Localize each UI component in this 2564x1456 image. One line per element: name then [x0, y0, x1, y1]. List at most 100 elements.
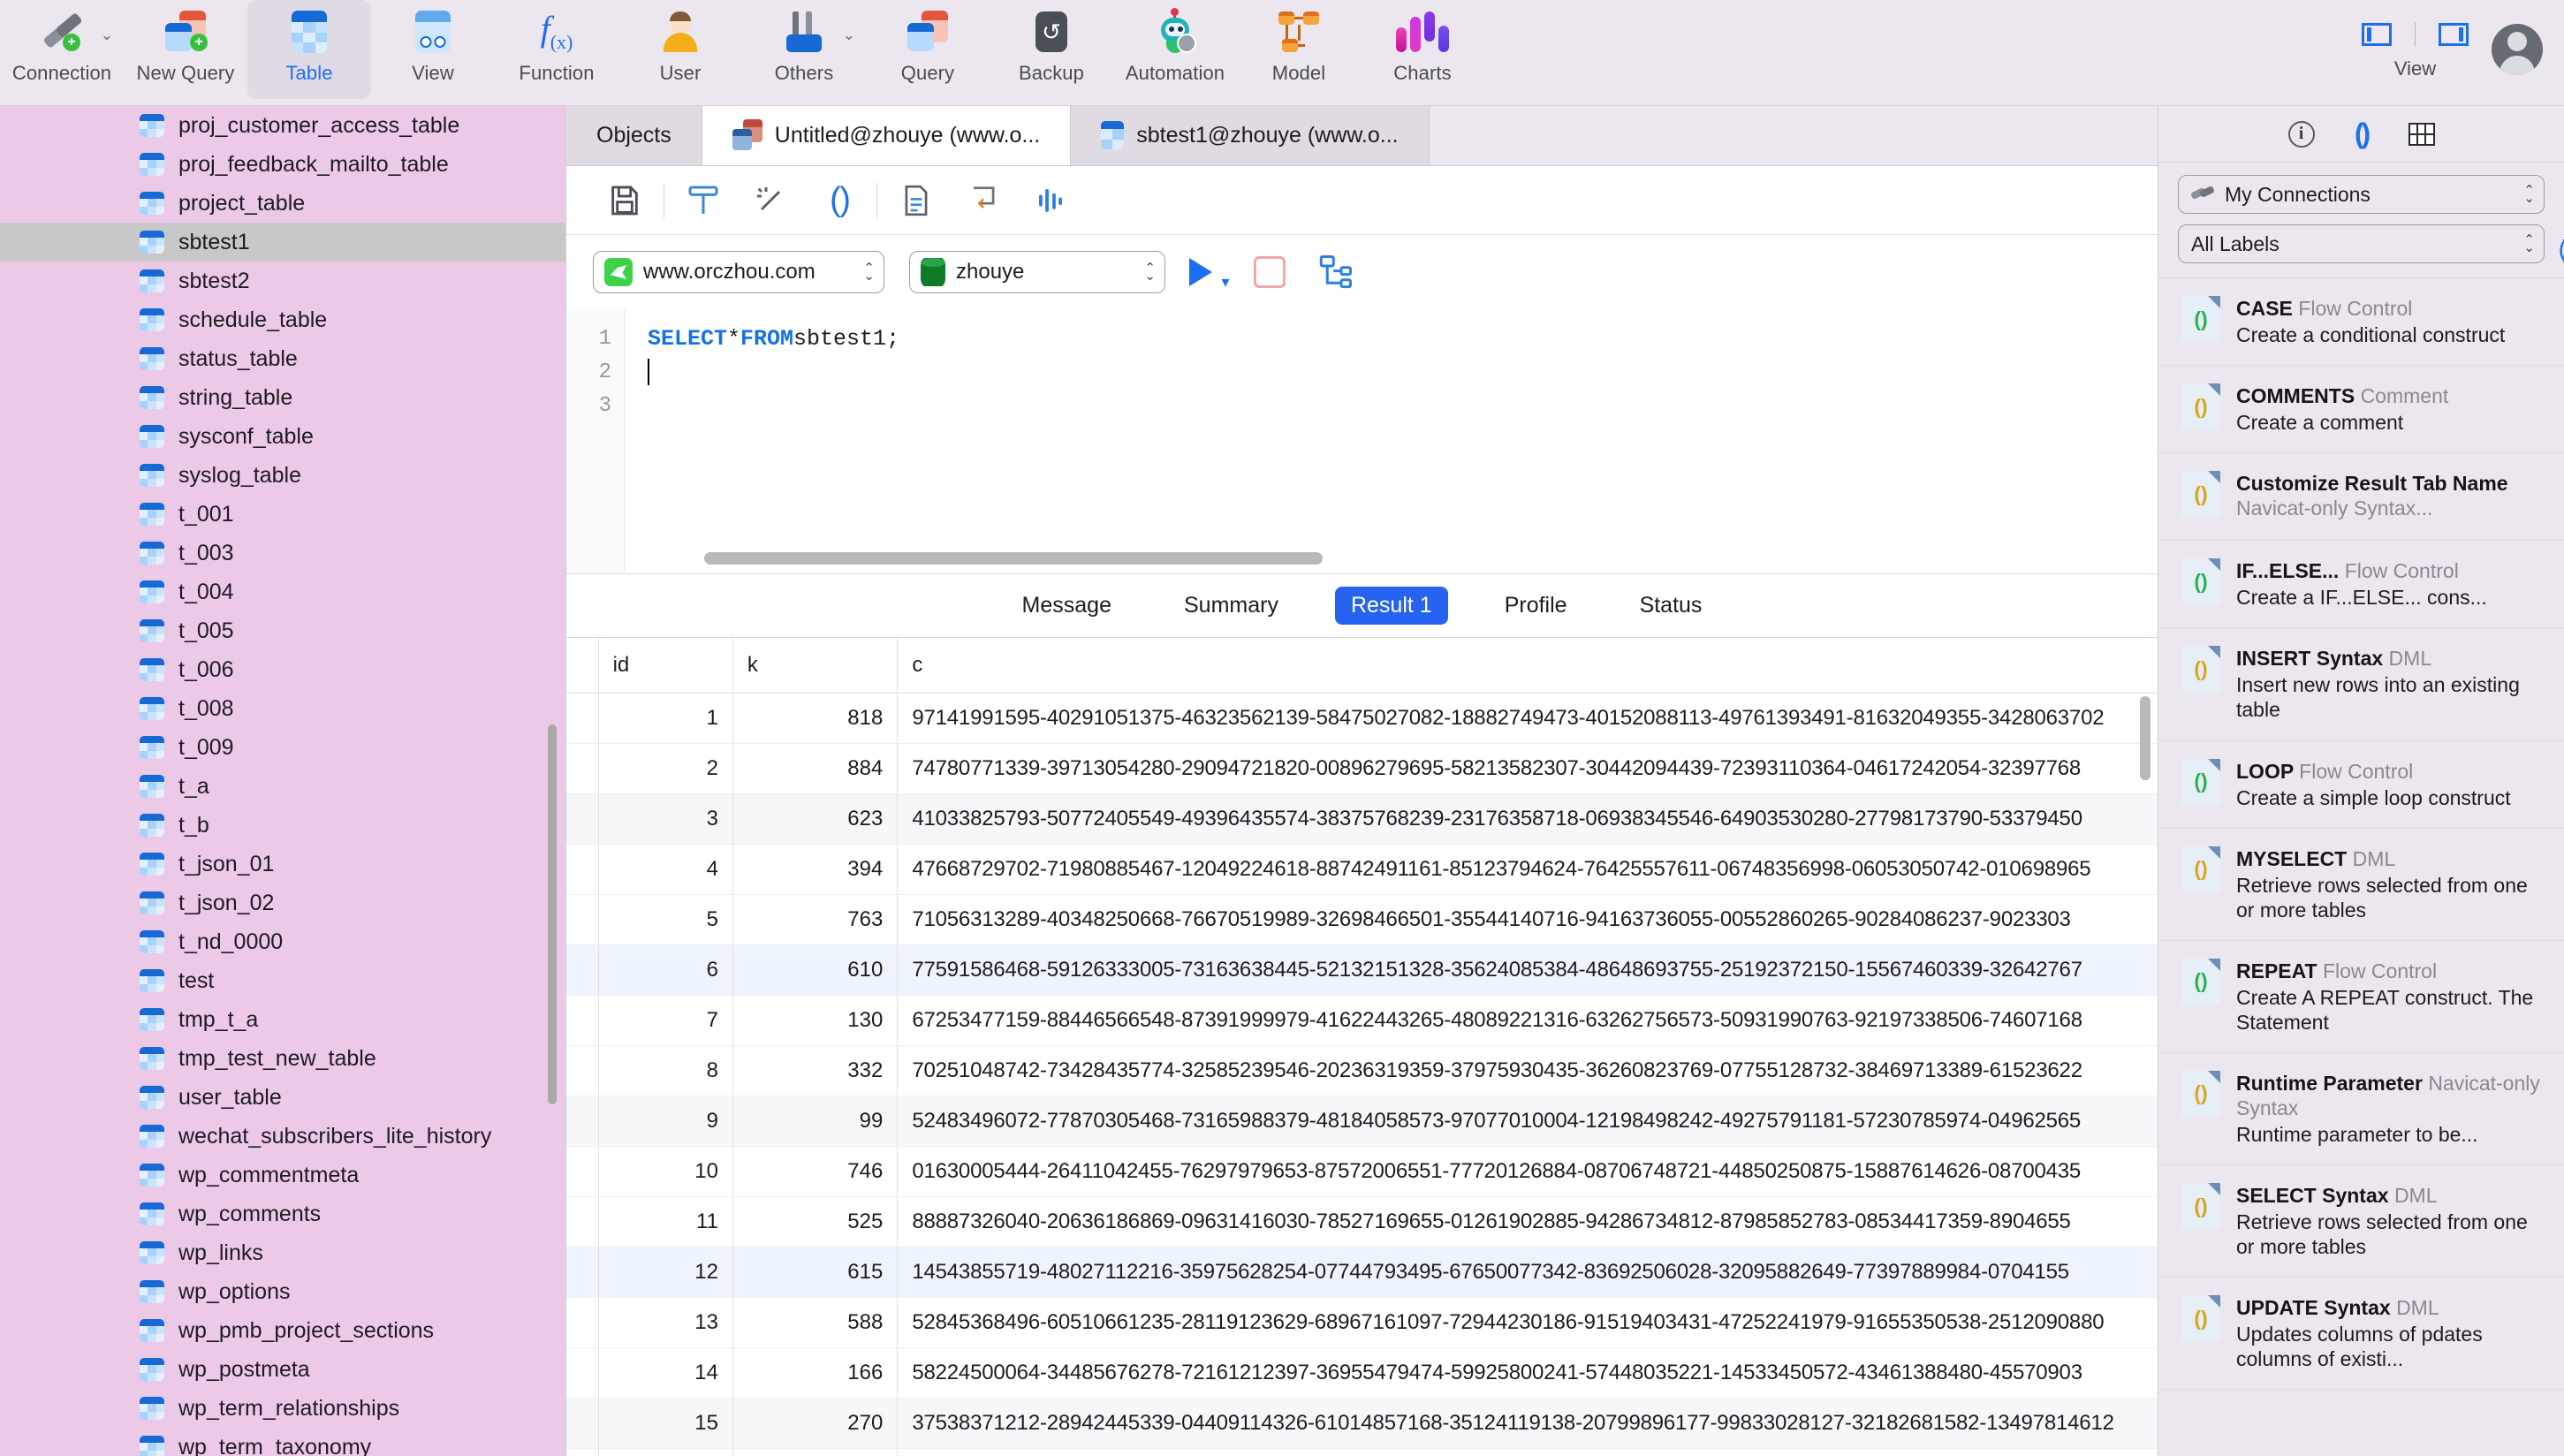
show-left-sidebar-icon[interactable]: [2362, 23, 2392, 46]
cell-k[interactable]: 27: [732, 1448, 899, 1456]
table-row[interactable]: 6 610 77591586468-59126333005-73163638445-…: [566, 944, 2158, 996]
cell-id[interactable]: 9: [598, 1096, 733, 1147]
sidebar-item-sysconf_table[interactable]: sysconf_table: [0, 417, 565, 456]
sidebar-item-t_004[interactable]: t_004: [0, 573, 565, 611]
sidebar-item-t_json_01[interactable]: t_json_01: [0, 845, 565, 883]
show-right-sidebar-icon[interactable]: [2439, 23, 2469, 46]
sidebar-item-t_003[interactable]: t_003: [0, 534, 565, 573]
sidebar-item-proj_feedback_mailto_table[interactable]: proj_feedback_mailto_table: [0, 145, 565, 184]
info-icon[interactable]: i: [2287, 119, 2317, 149]
table-row[interactable]: 8 332 70251048742-73428435774-32585239546-…: [566, 1045, 2158, 1096]
cell-c[interactable]: 01630005444-26411042455-76297979653-8757…: [897, 1146, 2158, 1197]
cell-id[interactable]: 12: [598, 1247, 733, 1298]
table-row[interactable]: 10 746 01630005444-26411042455-76297979653…: [566, 1146, 2158, 1197]
cell-k[interactable]: 818: [732, 693, 899, 744]
sidebar-item-t_006[interactable]: t_006: [0, 650, 565, 689]
snippet-parens-icon[interactable]: ( ): [804, 166, 871, 235]
row-selector-cell[interactable]: [566, 894, 599, 945]
list-item[interactable]: () UPDATE Syntax DML Updates columns of pd…: [2158, 1278, 2564, 1391]
list-item[interactable]: () Customize Result Tab Name Navicat-only…: [2158, 453, 2564, 542]
sidebar-item-wp_pmb_project_sections[interactable]: wp_pmb_project_sections: [0, 1311, 565, 1350]
sidebar-item-wp_links[interactable]: wp_links: [0, 1233, 565, 1272]
cell-c[interactable]: 41075182699-03109864073-53067869873-3278…: [897, 1448, 2158, 1456]
list-item[interactable]: () COMMENTS Comment Create a comment: [2158, 366, 2564, 454]
row-selector-cell[interactable]: [566, 743, 599, 794]
chevron-down-icon[interactable]: ⌄: [843, 27, 855, 44]
row-selector-cell[interactable]: [566, 1297, 599, 1348]
toolbar-item-others[interactable]: Others ⌄: [742, 0, 866, 99]
explain-document-icon[interactable]: [883, 166, 950, 235]
sidebar-item-schedule_table[interactable]: schedule_table: [0, 300, 565, 339]
chevron-down-icon[interactable]: ⌄: [101, 27, 113, 44]
table-row[interactable]: 14 166 58224500064-34485676278-72161212397…: [566, 1347, 2158, 1399]
table-row[interactable]: 9 99 52483496072-77870305468-73165988379-4…: [566, 1096, 2158, 1147]
label-filter-select[interactable]: All Labels ⌃ ⌄: [2178, 224, 2545, 263]
table-row[interactable]: 12 615 14543855719-48027112216-35975628254…: [566, 1247, 2158, 1298]
cell-k[interactable]: 166: [732, 1347, 899, 1399]
sidebar-item-wp_term_relationships[interactable]: wp_term_relationships: [0, 1389, 565, 1428]
table-row[interactable]: 15 270 37538371212-28942445339-04409114326…: [566, 1398, 2158, 1449]
cell-k[interactable]: 99: [732, 1096, 899, 1147]
cell-k[interactable]: 610: [732, 944, 899, 996]
cell-k[interactable]: 884: [732, 743, 899, 794]
row-selector-cell[interactable]: [566, 793, 599, 845]
server-select[interactable]: www.orczhou.com ⌃ ⌄: [593, 251, 884, 293]
cell-id[interactable]: 6: [598, 944, 733, 996]
sidebar-item-t_nd_0000[interactable]: t_nd_0000: [0, 922, 565, 961]
run-button[interactable]: ▾: [1189, 253, 1230, 292]
cell-k[interactable]: 332: [732, 1045, 899, 1096]
cell-c[interactable]: 52483496072-77870305468-73165988379-4818…: [897, 1096, 2158, 1147]
database-select[interactable]: zhouye ⌃ ⌄: [909, 251, 1165, 293]
tab-status[interactable]: Status: [1624, 587, 1718, 625]
list-item[interactable]: () INSERT Syntax DML Insert new rows into …: [2158, 628, 2564, 741]
column-header-k[interactable]: k: [732, 638, 899, 694]
row-selector-cell[interactable]: [566, 995, 599, 1046]
list-item[interactable]: () REPEAT Flow Control Create A REPEAT con…: [2158, 941, 2564, 1053]
tab-summary[interactable]: Summary: [1168, 587, 1294, 625]
cell-k[interactable]: 588: [732, 1297, 899, 1348]
cell-c[interactable]: 97141991595-40291051375-46323562139-5847…: [897, 693, 2158, 744]
cell-id[interactable]: 5: [598, 894, 733, 945]
connection-filter-select[interactable]: My Connections ⌃ ⌄: [2178, 175, 2545, 214]
sidebar-scrollbar[interactable]: [548, 724, 557, 1104]
cell-id[interactable]: 10: [598, 1146, 733, 1197]
row-selector-cell[interactable]: [566, 844, 599, 895]
toolbar-item-function[interactable]: f(x) Function: [495, 0, 618, 99]
cell-id[interactable]: 11: [598, 1196, 733, 1247]
toolbar-item-table[interactable]: Table: [247, 0, 371, 99]
column-header-c[interactable]: c: [897, 638, 2158, 694]
explain-plan-button[interactable]: [1310, 252, 1360, 292]
cell-id[interactable]: 3: [598, 793, 733, 845]
table-row[interactable]: 11 525 88887326040-20636186869-09631416030…: [566, 1196, 2158, 1247]
table-row[interactable]: 4 394 47668729702-71980885467-12049224618-…: [566, 844, 2158, 895]
list-item[interactable]: () Runtime Parameter Navicat-only Syntax R…: [2158, 1053, 2564, 1166]
row-selector-cell[interactable]: [566, 1347, 599, 1399]
toolbar-item-user[interactable]: User: [618, 0, 742, 99]
row-selector-cell[interactable]: [566, 1448, 599, 1456]
sql-editor[interactable]: 1 2 3 SELECT * FROM sbtest1;: [566, 309, 2158, 574]
tab-profile[interactable]: Profile: [1489, 587, 1583, 625]
cell-id[interactable]: 13: [598, 1297, 733, 1348]
row-selector-cell[interactable]: [566, 693, 599, 744]
table-row[interactable]: 7 130 67253477159-88446566548-87391999979-…: [566, 995, 2158, 1046]
sidebar-item-tmp_test_new_table[interactable]: tmp_test_new_table: [0, 1039, 565, 1078]
cell-c[interactable]: 47668729702-71980885467-12049224618-8874…: [897, 844, 2158, 895]
list-item[interactable]: () MYSELECT DML Retrieve rows selected fro…: [2158, 829, 2564, 941]
snippets-parens-icon[interactable]: (): [2347, 118, 2377, 149]
cell-c[interactable]: 71056313289-40348250668-76670519989-3269…: [897, 894, 2158, 945]
table-row[interactable]: 3 623 41033825793-50772405549-49396435574-…: [566, 793, 2158, 845]
cell-id[interactable]: 14: [598, 1347, 733, 1399]
column-header-id[interactable]: id: [598, 638, 733, 694]
cell-c[interactable]: 41033825793-50772405549-49396435574-3837…: [897, 793, 2158, 845]
avatar[interactable]: [2492, 24, 2543, 75]
sidebar-item-wp_term_taxonomy[interactable]: wp_term_taxonomy: [0, 1428, 565, 1456]
row-selector-cell[interactable]: [566, 1096, 599, 1147]
cell-id[interactable]: 15: [598, 1398, 733, 1449]
cell-c[interactable]: 74780771339-39713054280-29094721820-0089…: [897, 743, 2158, 794]
tab-objects[interactable]: Objects: [566, 105, 702, 165]
list-item[interactable]: () LOOP Flow Control Create a simple loop …: [2158, 741, 2564, 829]
sidebar-item-wp_commentmeta[interactable]: wp_commentmeta: [0, 1156, 565, 1194]
sidebar-item-t_008[interactable]: t_008: [0, 689, 565, 728]
cell-id[interactable]: 7: [598, 995, 733, 1046]
cell-c[interactable]: 70251048742-73428435774-32585239546-2023…: [897, 1045, 2158, 1096]
